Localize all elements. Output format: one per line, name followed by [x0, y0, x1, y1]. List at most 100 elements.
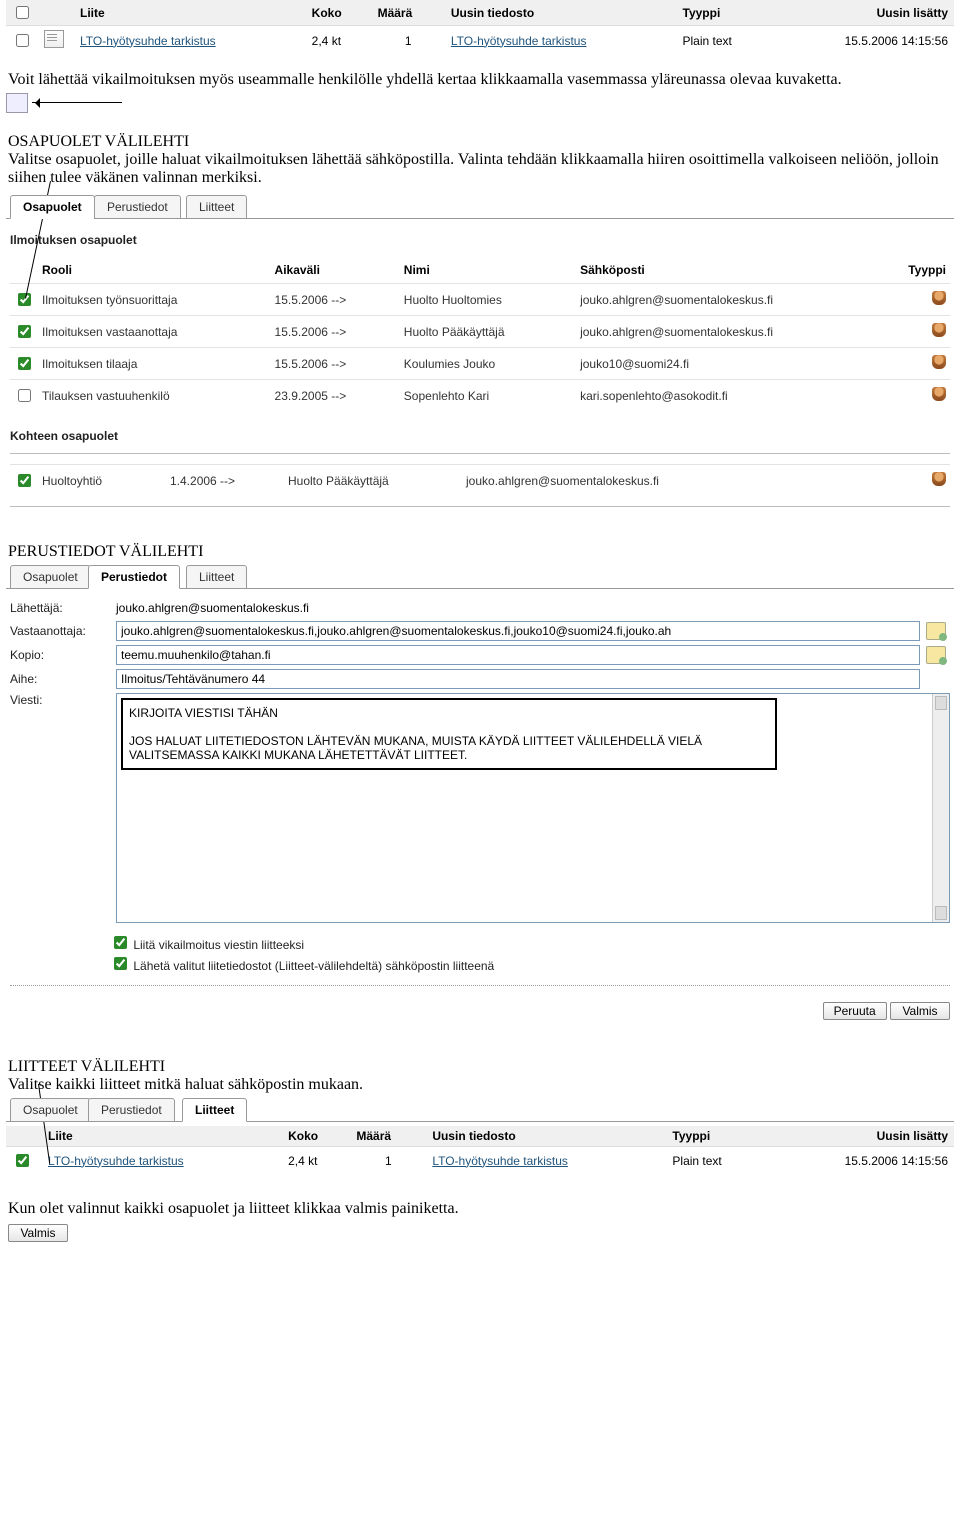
email: jouko10@suomi24.fi [576, 348, 902, 380]
latest-file-link[interactable]: LTO-hyötysuhde tarkistus [426, 1147, 666, 1175]
tab-liitteet[interactable]: Liitteet [186, 195, 247, 219]
file-added: 15.5.2006 14:15:56 [773, 26, 954, 56]
file-count: 1 [372, 26, 445, 56]
opt-attach-report[interactable]: Liitä vikailmoitus viestin liitteeksi [110, 933, 950, 952]
multi-recipient-icon [6, 93, 28, 113]
period: 1.4.2006 --> [166, 465, 284, 497]
paragraph: Valitse osapuolet, joille haluat vikailm… [8, 151, 952, 187]
table-row: LTO-hyötysuhde tarkistus 2,4 kt 1 LTO-hy… [6, 26, 954, 56]
email: jouko.ahlgren@suomentalokeskus.fi [462, 465, 902, 497]
tab-osapuolet[interactable]: Osapuolet [10, 565, 91, 589]
parties-table: Rooli Aikaväli Nimi Sähköposti Tyyppi Il… [10, 257, 950, 411]
col-rooli: Rooli [38, 257, 271, 284]
file-type: Plain text [666, 1147, 766, 1175]
scroll-down-icon[interactable] [935, 906, 947, 920]
section-heading: PERUSTIEDOT VÄLILEHTI [8, 543, 952, 561]
col-liite: Liite [74, 0, 306, 26]
col-maara: Määrä [372, 0, 445, 26]
tab-liitteet[interactable]: Liitteet [182, 1098, 247, 1122]
pointer-arrow-icon [32, 102, 122, 103]
attachment-name-link[interactable]: LTO-hyötysuhde tarkistus [42, 1147, 282, 1175]
select-all-checkbox[interactable] [16, 6, 29, 19]
opt-send-files-checkbox[interactable] [114, 957, 127, 970]
col-aika: Aikaväli [271, 257, 400, 284]
latest-file-link[interactable]: LTO-hyötysuhde tarkistus [445, 26, 677, 56]
col-tyyppi: Tyyppi [666, 1126, 766, 1147]
email: kari.sopenlehto@asokodit.fi [576, 380, 902, 412]
row-checkbox[interactable] [18, 357, 31, 370]
row-checkbox[interactable] [16, 1154, 29, 1167]
row-checkbox[interactable] [16, 34, 29, 47]
person-icon [932, 291, 946, 305]
file-size: 2,4 kt [306, 26, 372, 56]
table-row: LTO-hyötysuhde tarkistus 2,4 kt 1 LTO-hy… [6, 1147, 954, 1175]
scroll-up-icon[interactable] [935, 696, 947, 710]
label-copy: Kopio: [10, 648, 110, 662]
role: Ilmoituksen tilaaja [38, 348, 271, 380]
message-highlight-box: KIRJOITA VIESTISI TÄHÄN JOS HALUAT LIITE… [121, 698, 777, 770]
paragraph: Voit lähettää vikailmoituksen myös useam… [8, 71, 952, 89]
name: Huolto Pääkäyttäjä [284, 465, 462, 497]
col-koko: Koko [282, 1126, 350, 1147]
paragraph: Kun olet valinnut kaikki osapuolet ja li… [8, 1200, 952, 1218]
name: Huolto Huoltomies [400, 284, 576, 316]
row-checkbox[interactable] [18, 389, 31, 402]
col-nimi: Nimi [400, 257, 576, 284]
name: Koulumies Jouko [400, 348, 576, 380]
period: 15.5.2006 --> [271, 348, 400, 380]
row-checkbox[interactable] [18, 325, 31, 338]
email: jouko.ahlgren@suomentalokeskus.fi [576, 284, 902, 316]
message-text[interactable]: KIRJOITA VIESTISI TÄHÄN JOS HALUAT LIITE… [129, 706, 705, 762]
period: 23.9.2005 --> [271, 380, 400, 412]
section-title: Ilmoituksen osapuolet [10, 233, 950, 247]
col-maara: Määrä [350, 1126, 426, 1147]
opt-attach-report-checkbox[interactable] [114, 936, 127, 949]
recipient-input[interactable] [116, 621, 920, 641]
tab-osapuolet[interactable]: Osapuolet [10, 1098, 91, 1122]
file-size: 2,4 kt [282, 1147, 350, 1175]
contacts-picker-icon[interactable] [926, 646, 946, 664]
table-row: Ilmoituksen tilaaja 15.5.2006 --> Koulum… [10, 348, 950, 380]
col-uusin: Uusin tiedosto [426, 1126, 666, 1147]
name: Sopenlehto Kari [400, 380, 576, 412]
role: Ilmoituksen työnsuorittaja [38, 284, 271, 316]
attachment-table-bottom: Liite Koko Määrä Uusin tiedosto Tyyppi U… [6, 1126, 954, 1174]
col-lisatty: Uusin lisätty [773, 0, 954, 26]
tab-perustiedot[interactable]: Perustiedot [94, 195, 181, 219]
tab-bar: Osapuolet Perustiedot Liitteet [6, 1098, 954, 1122]
col-lisatty: Uusin lisätty [766, 1126, 954, 1147]
tab-liitteet[interactable]: Liitteet [186, 565, 247, 589]
table-row: Huoltoyhtiö 1.4.2006 --> Huolto Pääkäytt… [10, 465, 950, 497]
row-checkbox[interactable] [18, 293, 31, 306]
document-icon [44, 30, 64, 48]
col-sp: Sähköposti [576, 257, 902, 284]
person-icon [932, 355, 946, 369]
attachment-name-link[interactable]: LTO-hyötysuhde tarkistus [74, 26, 306, 56]
row-checkbox[interactable] [18, 474, 31, 487]
file-added: 15.5.2006 14:15:56 [766, 1147, 954, 1175]
cancel-button[interactable]: Peruuta [823, 1002, 887, 1020]
person-icon [932, 323, 946, 337]
opt-send-files[interactable]: Lähetä valitut liitetiedostot (Liitteet-… [110, 954, 950, 973]
name: Huolto Pääkäyttäjä [400, 316, 576, 348]
scrollbar[interactable] [932, 694, 949, 922]
person-icon [932, 387, 946, 401]
paragraph: Valitse kaikki liitteet mitkä haluat säh… [8, 1076, 952, 1094]
col-koko: Koko [306, 0, 372, 26]
role: Ilmoituksen vastaanottaja [38, 316, 271, 348]
section-heading: OSAPUOLET VÄLILEHTI [8, 133, 952, 151]
contacts-picker-icon[interactable] [926, 622, 946, 640]
tab-perustiedot[interactable]: Perustiedot [88, 1098, 175, 1122]
final-ok-button[interactable]: Valmis [8, 1224, 68, 1242]
tab-osapuolet[interactable]: Osapuolet [10, 195, 95, 219]
subject-input[interactable] [116, 669, 920, 689]
email: jouko.ahlgren@suomentalokeskus.fi [576, 316, 902, 348]
sender-value: jouko.ahlgren@suomentalokeskus.fi [116, 599, 920, 617]
ok-button[interactable]: Valmis [890, 1002, 950, 1020]
target-parties-table: Huoltoyhtiö 1.4.2006 --> Huolto Pääkäytt… [10, 464, 950, 496]
person-icon [932, 472, 946, 486]
file-count: 1 [350, 1147, 426, 1175]
tab-perustiedot[interactable]: Perustiedot [88, 565, 180, 589]
copy-input[interactable] [116, 645, 920, 665]
label-recipient: Vastaanottaja: [10, 624, 110, 638]
